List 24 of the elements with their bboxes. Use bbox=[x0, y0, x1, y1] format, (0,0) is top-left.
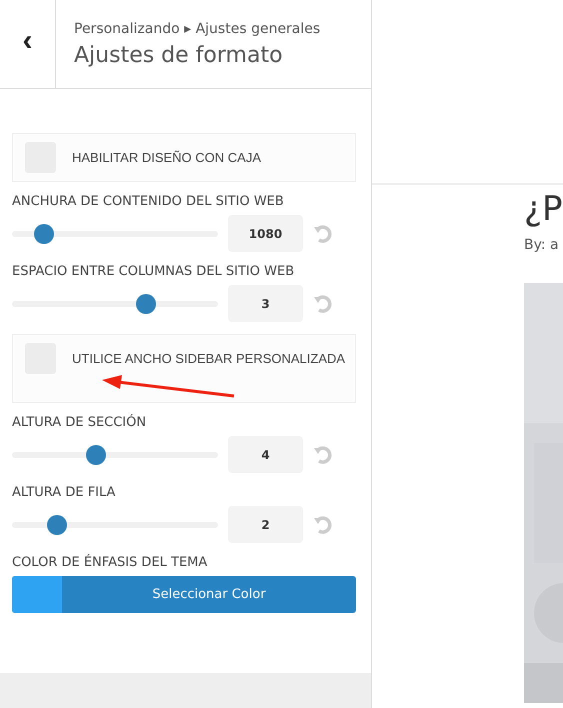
select-color-button[interactable]: Seleccionar Color bbox=[12, 576, 356, 613]
reset-icon[interactable] bbox=[313, 294, 333, 314]
value-field[interactable]: 2 bbox=[228, 506, 303, 543]
slider-thumb[interactable] bbox=[86, 444, 106, 464]
reset-icon[interactable] bbox=[313, 444, 333, 464]
slider-label: ALTURA DE SECCIÓN bbox=[12, 415, 148, 430]
slider-thumb[interactable] bbox=[136, 294, 156, 314]
slider-label: ALTURA DE FILA bbox=[12, 485, 116, 500]
reset-icon[interactable] bbox=[313, 224, 333, 244]
post-byline: By: a bbox=[524, 237, 560, 253]
checkbox-label: HABILITAR DISEÑO CON CAJA bbox=[72, 148, 262, 166]
value-field[interactable]: 3 bbox=[228, 285, 303, 322]
slider-label: ANCHURA DE CONTENIDO DEL SITIO WEB bbox=[12, 194, 285, 209]
slider-label: ESPACIO ENTRE COLUMNAS DEL SITIO WEB bbox=[12, 264, 296, 279]
post-title: ¿P bbox=[524, 188, 563, 231]
panel-title: Ajustes de formato bbox=[74, 42, 284, 68]
color-label: COLOR DE ÉNFASIS DEL TEMA bbox=[12, 555, 208, 570]
value-field[interactable]: 1080 bbox=[228, 215, 303, 252]
checkbox-label: UTILICE ANCHO SIDEBAR PERSONALIZADA bbox=[72, 350, 346, 368]
reset-icon[interactable] bbox=[313, 514, 333, 534]
slider-thumb[interactable] bbox=[47, 514, 68, 534]
value-field[interactable]: 4 bbox=[228, 436, 303, 473]
breadcrumb: Personalizando ▸ Ajustes generales bbox=[74, 20, 320, 36]
slider-thumb[interactable] bbox=[34, 224, 54, 244]
